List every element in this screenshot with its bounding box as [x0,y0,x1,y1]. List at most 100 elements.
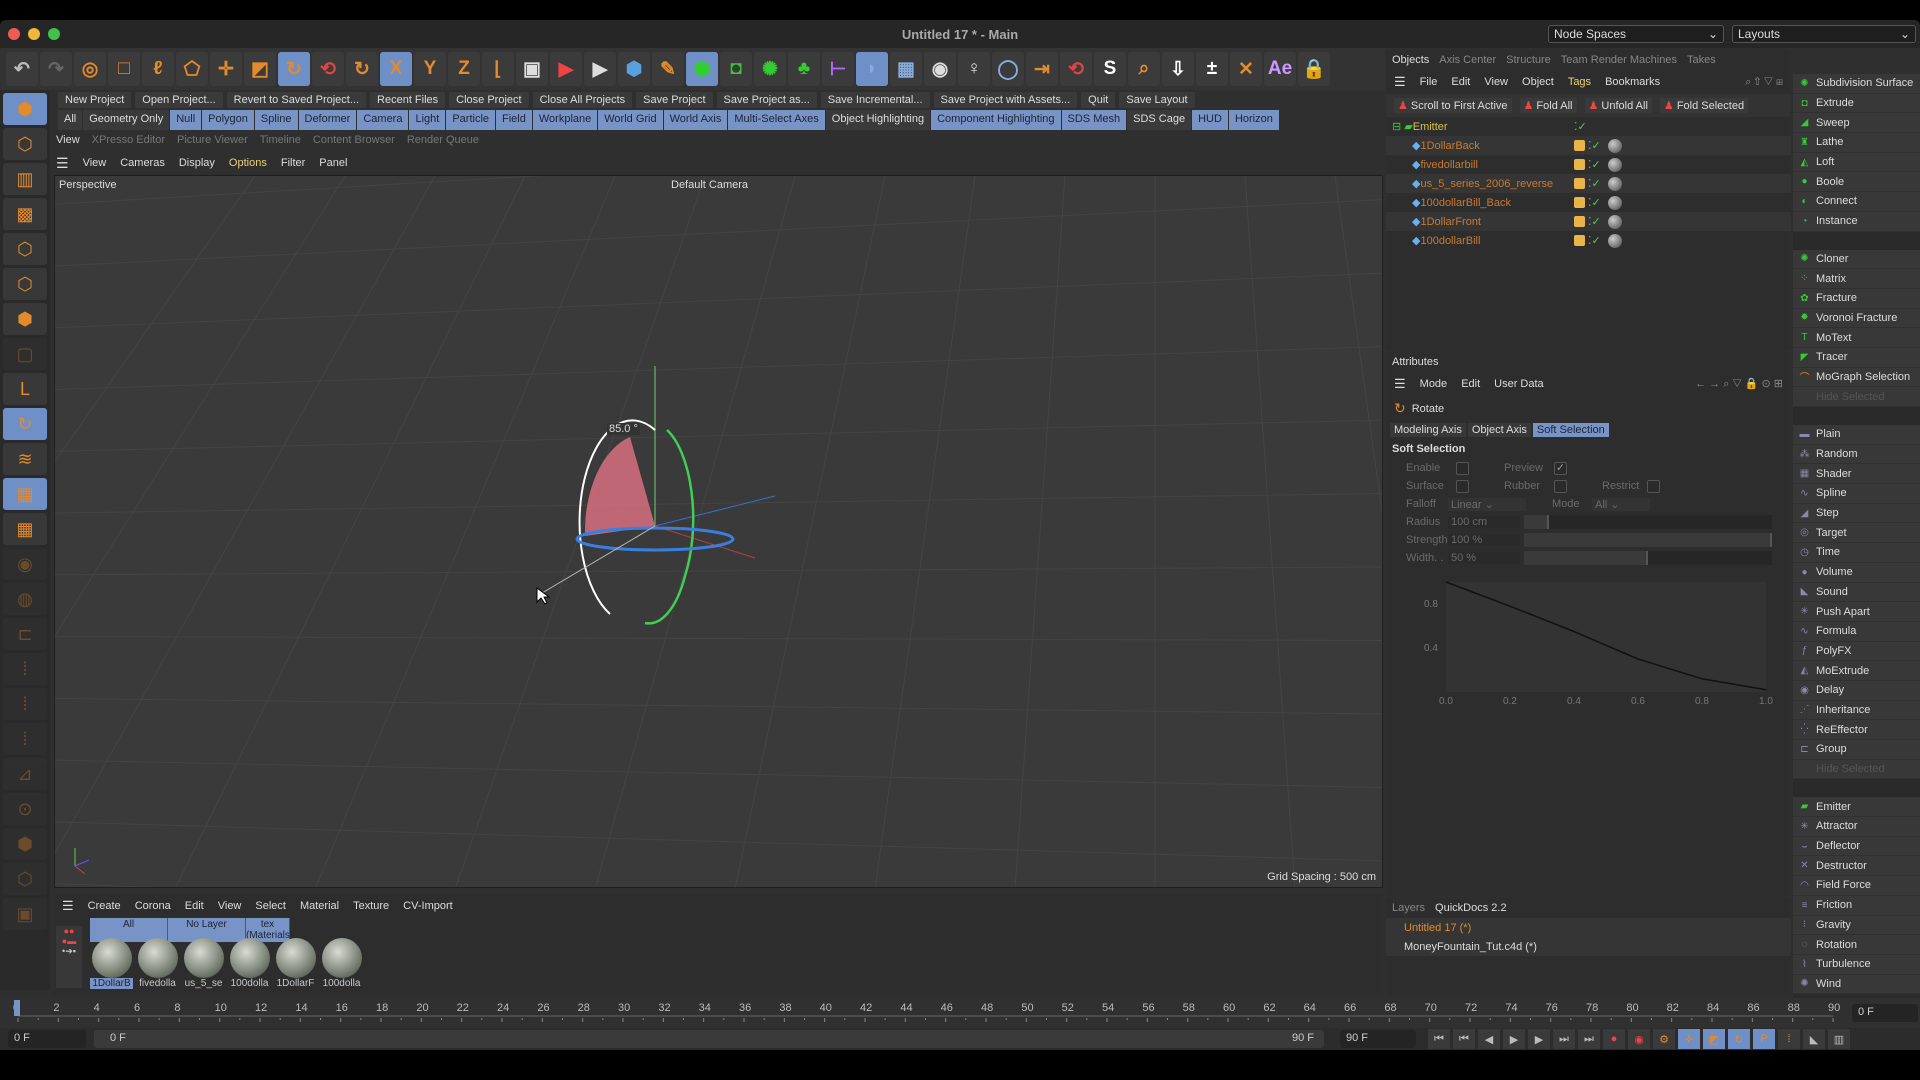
rubber-checkbox[interactable] [1554,479,1567,493]
plus-minus-icon[interactable]: ± [1196,52,1228,86]
layer-color-swatch[interactable] [1574,159,1585,170]
palette-item-gravity[interactable]: ⁝ Gravity [1793,915,1920,936]
lock-workplane-icon[interactable]: ◉ [3,548,47,580]
palette-item-polyfx[interactable]: ƒ PolyFX [1793,641,1920,662]
palette-item-lathe[interactable]: ♜ Lathe [1793,133,1920,153]
palette-item-matrix[interactable]: ⁘ Matrix [1793,269,1920,289]
filter-light[interactable]: Light [409,110,446,130]
tab-soft-selection[interactable]: Soft Selection [1532,423,1609,437]
palette-item-fracture[interactable]: ✿ Fracture [1793,288,1920,309]
viewport-perspective[interactable]: Perspective Default Camera 85.0 ° Grid S… [54,175,1383,888]
close-project-button[interactable]: Close Project [449,91,529,108]
current-frame-field[interactable]: 0 F [1852,1004,1918,1022]
material-swatch[interactable]: 1DollarF [274,938,317,989]
menu-user-data[interactable]: User Data [1494,378,1544,390]
lock-icon[interactable]: 🔒 [1298,52,1330,86]
menu-panel[interactable]: Panel [319,157,347,169]
tab-view[interactable]: View [56,134,80,152]
tab-takes[interactable]: Takes [1687,54,1716,66]
go-to-end-icon[interactable]: ⏭ [1578,1029,1600,1049]
filter-null[interactable]: Null [170,110,202,130]
viewport-canvas[interactable] [55,176,1383,888]
menu-options[interactable]: Options [229,157,267,169]
layer-color-swatch[interactable] [1574,140,1585,151]
model-mode-icon[interactable]: ⬢ [3,93,47,125]
filter-all[interactable]: All [58,110,83,130]
save-layout-button[interactable]: Save Layout [1119,91,1195,108]
y-axis-icon[interactable]: Y [414,52,446,86]
palette-item-shader[interactable]: ▦ Shader [1793,464,1920,485]
tab-picture-viewer[interactable]: Picture Viewer [177,134,248,152]
palette-item-wind[interactable]: ✺ Wind [1793,974,1920,995]
palette-item-rotation[interactable]: ◌ Rotation [1793,935,1920,955]
tab-timeline[interactable]: Timeline [260,134,301,152]
psr-reset-icon[interactable]: ⟲ [312,52,344,86]
points-mode-icon[interactable]: ⬡ [3,233,47,265]
palette-item-tracer[interactable]: ◤ Tracer [1793,347,1920,368]
palette-item-hide-selected[interactable]: Hide Selected [1793,759,1920,780]
navigation-icons[interactable]: ← → ⌕ ▽ 🔒 ⊙ ⊞ [1695,377,1783,391]
matrix-icon[interactable]: ♣ [788,52,820,86]
timeline-ticks[interactable]: 0246810121416182022242628303234363840424… [0,998,1850,1028]
menu-edit[interactable]: Edit [1461,378,1480,390]
cloner-icon[interactable]: ✺ [754,52,786,86]
menu-view[interactable]: View [218,900,242,912]
subdivision-icon[interactable]: ⬢ [686,52,718,86]
visibility-checkmark[interactable]: ⁚✓ [1588,139,1601,152]
palette-item-loft[interactable]: ◭ Loft [1793,152,1920,173]
menu-display[interactable]: Display [179,157,215,169]
material-tag-icon[interactable] [1608,138,1622,153]
object-row-emitter[interactable]: ⊟ ▰ Emitter ⁚✓ [1386,117,1791,136]
material-tag-icon[interactable] [1608,214,1622,229]
tab-render-queue[interactable]: Render Queue [407,134,479,152]
cube-icon[interactable]: ⬢ [618,52,650,86]
pen-icon[interactable]: ✎ [652,52,684,86]
edges-mode-icon[interactable]: ⬡ [3,268,47,300]
playhead[interactable] [14,1000,20,1016]
keyframe-selection-icon[interactable]: ⚙ [1653,1029,1675,1049]
palette-item-deflector[interactable]: ⌣ Deflector [1793,836,1920,857]
visibility-checkmark[interactable]: ⁚✓ [1588,158,1601,171]
object-row[interactable]: ◆ 100dollarBill_Back ⁚✓ [1386,193,1791,212]
menu-edit[interactable]: Edit [1451,76,1470,88]
hamburger-icon[interactable]: ☰ [62,898,74,914]
attributes-tab[interactable]: Attributes [1392,356,1438,368]
z-axis-icon[interactable]: Z [448,52,480,86]
tab-axis-center[interactable]: Axis Center [1439,54,1496,66]
tab-structure[interactable]: Structure [1506,54,1551,66]
search-icon[interactable]: ⌕ ⇧ ▽ ⊞ [1745,76,1783,89]
camera-label[interactable]: Default Camera [671,179,748,191]
palette-item-destructor[interactable]: ✕ Destructor [1793,856,1920,877]
rotation-ring-blue[interactable] [575,526,735,552]
quit-button[interactable]: Quit [1081,91,1116,108]
filter-horizon[interactable]: Horizon [1228,110,1279,130]
visibility-checkmark[interactable]: ⁚✓ [1588,215,1601,228]
menu-cv-import[interactable]: CV-Import [403,900,453,912]
palette-item-delay[interactable]: ◉ Delay [1793,680,1920,701]
save-project-with-assets-button[interactable]: Save Project with Assets... [933,91,1078,108]
menu-edit[interactable]: Edit [185,900,204,912]
open-project-button[interactable]: Open Project... [135,91,223,108]
node-spaces-dropdown[interactable]: Node Spaces ⌄ [1548,25,1724,43]
menu-tags[interactable]: Tags [1568,76,1591,88]
z-axis-handle[interactable] [654,495,776,527]
document-item[interactable]: MoneyFountain_Tut.c4d (*) [1386,937,1791,956]
restrict-checkbox[interactable] [1647,479,1660,493]
move-icon[interactable]: ✛ [210,52,242,86]
scroll-to-first-active-button[interactable]: ♟ Scroll to First Active [1394,98,1512,113]
palette-item-target[interactable]: ◎ Target [1793,523,1920,544]
camera-icon[interactable]: ◉ [924,52,956,86]
explode-icon[interactable]: ✕ [1230,52,1262,86]
menu-mode[interactable]: Mode [1420,378,1448,390]
misc-icon[interactable]: ▣ [3,898,47,930]
tweak-mode-icon[interactable]: ↻ [3,408,47,440]
material-swatch[interactable]: 100dolla [228,938,271,989]
object-mode-icon[interactable]: ⬡ [3,128,47,160]
render-picture-viewer-icon[interactable]: ▶ [550,52,582,86]
menu-texture[interactable]: Texture [353,900,389,912]
object-row[interactable]: ◆ 1DollarFront ⁚✓ [1386,212,1791,231]
quantize-icon[interactable]: ⁞ [3,723,47,755]
play-icon[interactable]: ▶ [1503,1029,1525,1049]
filter-sds-cage[interactable]: SDS Cage [1127,110,1192,130]
palette-item-cloner[interactable]: ✺ Cloner [1793,249,1920,270]
